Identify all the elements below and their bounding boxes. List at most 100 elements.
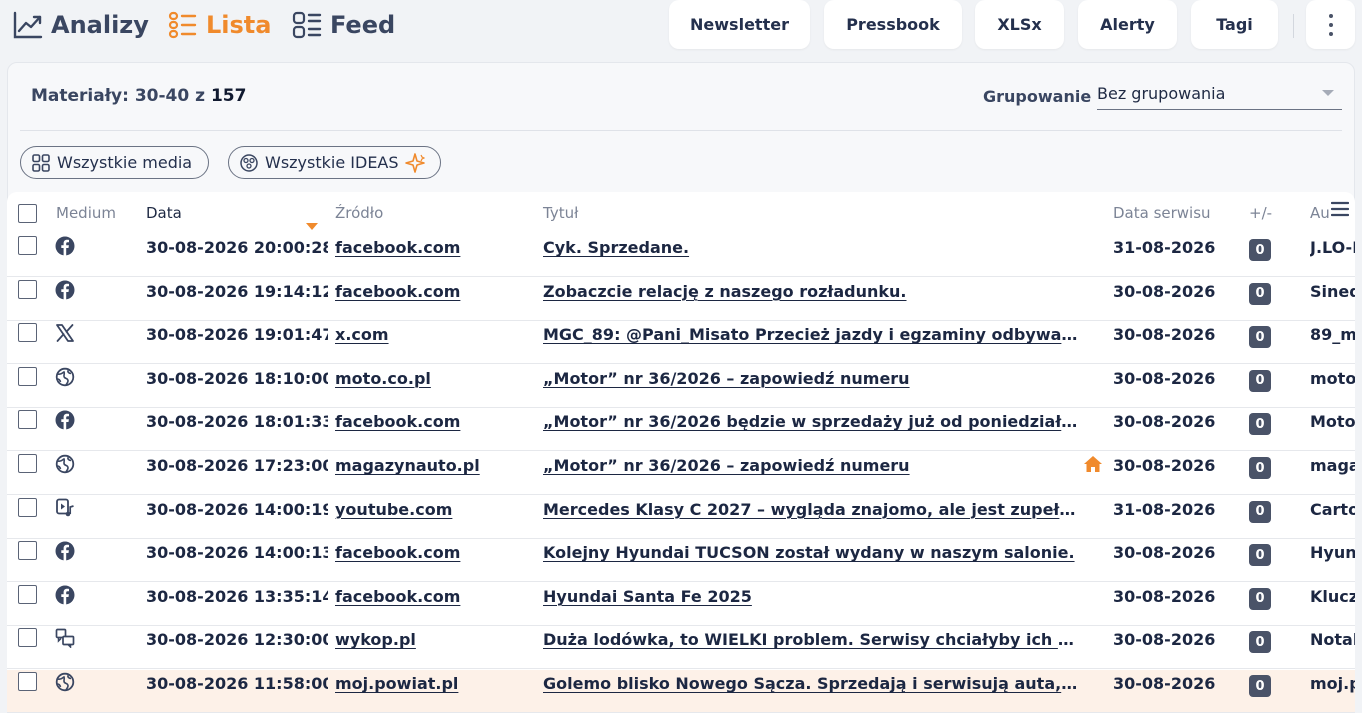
score-badge: 0 [1249, 239, 1271, 261]
row-checkbox[interactable] [18, 279, 37, 299]
col-service-date[interactable]: Data serwisu [1113, 204, 1211, 222]
xlsx-button[interactable]: XLSx [975, 0, 1064, 49]
row-service-date: 30-08-2026 [1113, 412, 1216, 432]
row-title-link[interactable]: Golemo blisko Nowego Sącza. Sprzedają i … [543, 674, 1079, 693]
score-badge: 0 [1249, 413, 1271, 436]
column-menu-icon[interactable] [1331, 201, 1349, 217]
row-source-link[interactable]: moj.powiat.pl [335, 674, 535, 693]
row-checkbox[interactable] [18, 236, 37, 255]
table-row[interactable]: 30-08-2026 13:35:14 facebook.com Hyundai S… [7, 583, 1355, 626]
row-title-link[interactable]: Kolejny Hyundai TUCSON został wydany w n… [543, 543, 1079, 562]
score-badge: 0 [1249, 457, 1271, 479]
row-source-link[interactable]: facebook.com [335, 587, 535, 606]
col-date[interactable]: Data [146, 204, 182, 222]
row-date: 30-08-2026 14:00:13 [146, 543, 328, 563]
all-ideas-filter[interactable]: Wszystkie IDEAS [228, 146, 441, 179]
row-date: 30-08-2026 13:35:14 [146, 586, 328, 606]
sparkle-icon [404, 152, 425, 173]
row-source-link[interactable]: facebook.com [335, 412, 535, 431]
tab-analizy[interactable]: Analizy [13, 8, 149, 42]
all-media-filter[interactable]: Wszystkie media [20, 146, 209, 179]
row-title-link[interactable]: Hyundai Santa Fe 2025 [543, 587, 1079, 606]
table-row[interactable]: 30-08-2026 19:14:12 facebook.com Zobaczcie… [7, 278, 1355, 321]
score-badge: 0 [1249, 544, 1271, 567]
table-row[interactable]: 30-08-2026 11:58:00 moj.powiat.pl Golemo b… [7, 670, 1355, 713]
table-row[interactable]: 30-08-2026 18:01:33 facebook.com „Motor” n… [7, 408, 1355, 452]
row-checkbox[interactable] [18, 541, 37, 561]
table-row[interactable]: 30-08-2026 20:00:28 facebook.com Cyk. Sprz… [7, 234, 1355, 277]
col-medium[interactable]: Medium [56, 204, 116, 222]
row-date: 30-08-2026 14:00:19 [146, 499, 328, 519]
col-plusminus[interactable]: +/- [1249, 204, 1272, 222]
row-checkbox[interactable] [18, 454, 37, 473]
row-title-link[interactable]: „Motor” nr 36/2026 będzie w sprzedaży ju… [543, 412, 1079, 431]
pressbook-button[interactable]: Pressbook [824, 0, 962, 49]
select-all-checkbox[interactable] [18, 204, 37, 223]
materials-table: Medium Data Źródło Tytuł Data serwisu +/… [7, 192, 1355, 713]
row-source-link[interactable]: facebook.com [335, 238, 535, 257]
tab-lista[interactable]: Lista [168, 8, 271, 42]
row-checkbox[interactable] [18, 628, 37, 648]
table-row[interactable]: 30-08-2026 14:00:13 facebook.com Kolejny H… [7, 539, 1355, 583]
row-date: 30-08-2026 19:01:47 [146, 325, 328, 345]
materials-count-prefix: Materiały: 30-40 z [31, 86, 206, 106]
tab-lista-label: Lista [206, 11, 272, 39]
grouping-label: Grupowanie [983, 87, 1092, 106]
row-date: 30-08-2026 18:10:00 [146, 368, 328, 388]
score-badge: 0 [1249, 587, 1271, 610]
row-author: J.LO-I [1310, 238, 1355, 257]
col-author[interactable]: Au [1310, 204, 1330, 222]
ideas-cluster-icon [240, 153, 258, 172]
chevron-down-icon [1322, 90, 1334, 96]
row-author: Klucz [1310, 586, 1355, 606]
row-title-link[interactable]: Zobaczcie relację z naszego rozładunku. [543, 282, 1079, 301]
row-title-link[interactable]: „Motor” nr 36/2026 – zapowiedź numeru [543, 369, 1079, 388]
facebook-icon [55, 585, 75, 605]
row-source-link[interactable]: magazynauto.pl [335, 456, 535, 475]
grouping-select[interactable]: Bez grupowania [1097, 80, 1342, 110]
more-options-button[interactable] [1306, 0, 1355, 49]
col-source[interactable]: Źródło [335, 204, 383, 222]
row-date: 30-08-2026 19:14:12 [146, 281, 328, 301]
tagi-button[interactable]: Tagi [1191, 0, 1278, 49]
row-checkbox[interactable] [18, 410, 37, 430]
row-source-link[interactable]: facebook.com [335, 282, 535, 301]
row-title-link[interactable]: MGC_89: @Pani_Misato Przecież jazdy i eg… [543, 325, 1079, 344]
facebook-icon [55, 541, 75, 561]
grouping-value: Bez grupowania [1097, 84, 1226, 103]
row-author: Carto [1310, 499, 1355, 519]
row-title-link[interactable]: Duża lodówka, to WIELKI problem. Serwisy… [543, 630, 1079, 649]
row-source-link[interactable]: youtube.com [335, 500, 535, 519]
web-globe-icon [55, 454, 75, 474]
table-row[interactable]: 30-08-2026 17:23:00 magazynauto.pl „Motor”… [7, 452, 1355, 495]
table-row[interactable]: 30-08-2026 14:00:19 youtube.com Mercedes K… [7, 496, 1355, 539]
row-title-link[interactable]: „Motor” nr 36/2026 – zapowiedź numeru [543, 456, 1079, 475]
row-title-link[interactable]: Mercedes Klasy C 2027 – wygląda znajomo,… [543, 500, 1079, 519]
tab-feed[interactable]: Feed [292, 8, 395, 42]
col-title[interactable]: Tytuł [543, 204, 578, 222]
row-checkbox[interactable] [18, 323, 37, 343]
row-title-link[interactable]: Cyk. Sprzedane. [543, 238, 1079, 257]
table-row[interactable]: 30-08-2026 12:30:00 wykop.pl Duża lodówka,… [7, 626, 1355, 670]
row-checkbox[interactable] [18, 366, 37, 386]
row-source-link[interactable]: moto.co.pl [335, 369, 535, 388]
row-date: 30-08-2026 17:23:00 [146, 456, 328, 475]
materials-total: 157 [210, 86, 247, 106]
table-row[interactable]: 30-08-2026 19:01:47 x.com MGC_89: @Pani_Mi… [7, 321, 1355, 365]
row-service-date: 30-08-2026 [1113, 325, 1216, 345]
row-checkbox[interactable] [18, 584, 37, 604]
web-globe-icon [55, 367, 75, 387]
newsletter-button[interactable]: Newsletter [669, 0, 810, 49]
row-author: Hyun [1310, 543, 1355, 563]
row-date: 30-08-2026 12:30:00 [146, 630, 328, 650]
score-badge: 0 [1249, 326, 1271, 349]
sort-desc-icon [306, 223, 318, 230]
row-service-date: 30-08-2026 [1113, 630, 1216, 650]
row-checkbox[interactable] [18, 497, 37, 517]
alerty-button[interactable]: Alerty [1078, 0, 1177, 49]
table-row[interactable]: 30-08-2026 18:10:00 moto.co.pl „Motor” nr … [7, 365, 1355, 408]
row-source-link[interactable]: facebook.com [335, 543, 535, 562]
row-source-link[interactable]: x.com [335, 325, 535, 344]
row-source-link[interactable]: wykop.pl [335, 630, 535, 649]
row-checkbox[interactable] [18, 672, 37, 691]
